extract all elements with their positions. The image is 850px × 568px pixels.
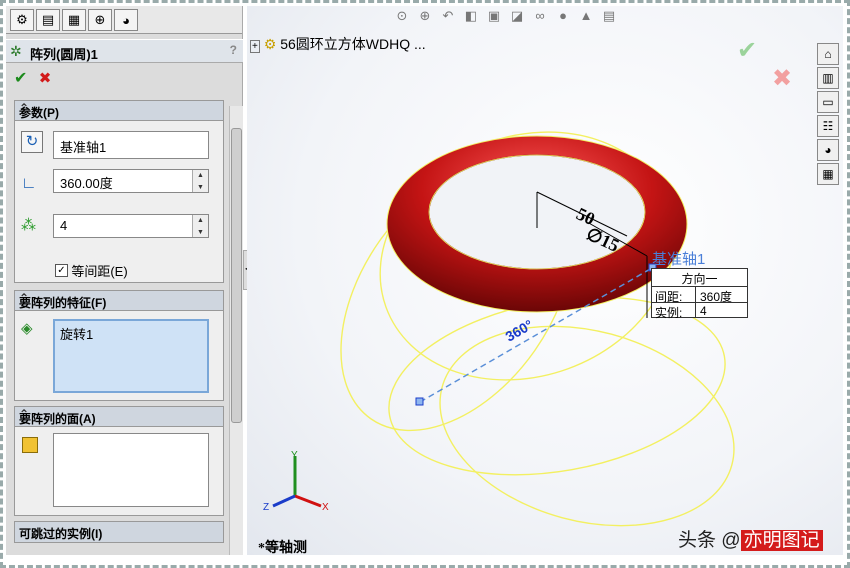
collapse-icon[interactable]: ⌃ xyxy=(19,101,219,115)
axis-label: 基准轴1 xyxy=(652,251,705,268)
equal-spacing-label: 等间距(E) xyxy=(71,264,128,279)
faces-list[interactable] xyxy=(53,433,209,507)
callout-count-value[interactable]: 4 xyxy=(695,303,748,318)
collapse-icon[interactable]: ⌃ xyxy=(19,291,219,305)
feature-title: 阵列(圆周)1 xyxy=(30,47,98,62)
params-group: 参数(P) ⌃ ↻ 基准轴1 ∟ 360.00度 ▲ ▼ ⁂ 4 ▲ ▼ ✓ 等间距… xyxy=(14,100,224,283)
equal-spacing-row: ✓ 等间距(E) xyxy=(55,261,128,280)
equal-spacing-checkbox[interactable]: ✓ xyxy=(55,264,68,277)
skip-group-header[interactable]: 可跳过的实例(I) ⌄ xyxy=(15,522,223,542)
manager-tabs: ⚙ ▤ ▦ ⊕ ◕ xyxy=(6,6,242,34)
cancel-button[interactable]: ✖ xyxy=(39,70,52,87)
help-button[interactable]: ? xyxy=(230,43,237,57)
features-group: 要阵列的特征(F) ⌃ ◈ 旋转1 xyxy=(14,290,224,401)
svg-text:X: X xyxy=(322,502,329,513)
params-group-header[interactable]: 参数(P) ⌃ xyxy=(15,101,223,121)
scrollbar-thumb[interactable] xyxy=(231,128,242,423)
axis-endpoint-handle[interactable] xyxy=(415,397,424,406)
angle-value: 360.00度 xyxy=(60,176,113,191)
callout-spacing-value[interactable]: 360度 xyxy=(695,287,748,304)
count-spinner[interactable]: ▲ ▼ xyxy=(192,215,208,237)
property-manager: ⚙ ▤ ▦ ⊕ ◕ ✲ 阵列(圆周)1 ? ✔ ✖ 参数(P) ⌃ ↻ 基准轴1… xyxy=(6,6,243,555)
watermark: 头条 @ 亦明图记 xyxy=(678,525,823,552)
preview-ring xyxy=(439,325,735,527)
count-field[interactable]: 4 ▲ ▼ xyxy=(53,214,209,238)
callout-header: 方向一 xyxy=(681,272,718,286)
callout-count-key: 实例: xyxy=(655,306,683,320)
config-manager-tab[interactable]: ▦ xyxy=(62,9,86,31)
dimxpert-tab[interactable]: ⊕ xyxy=(88,9,112,31)
circular-pattern-icon: ✲ xyxy=(10,43,22,59)
features-list[interactable]: 旋转1 xyxy=(53,319,209,393)
panel-scrollbar[interactable] xyxy=(229,106,243,555)
skip-group: 可跳过的实例(I) ⌄ xyxy=(14,521,224,543)
axis-direction-icon[interactable]: ↻ xyxy=(21,131,43,153)
ok-button[interactable]: ✔ xyxy=(14,70,27,87)
angle-field[interactable]: 360.00度 ▲ ▼ xyxy=(53,169,209,193)
collapse-icon[interactable]: ⌃ xyxy=(19,407,219,421)
face-selection-icon xyxy=(22,437,38,453)
angle-label[interactable]: 360° xyxy=(503,316,536,344)
feature-selection-icon: ◈ xyxy=(21,320,33,337)
property-manager-tab[interactable]: ▤ xyxy=(36,9,60,31)
expand-icon[interactable]: ⌄ xyxy=(19,522,219,536)
direction-callout[interactable]: 方向一 间距: 360度 实例: 4 xyxy=(651,268,748,320)
callout-row: 实例: 4 xyxy=(652,302,748,320)
svg-text:Z: Z xyxy=(263,502,269,513)
callout-row: 间距: 360度 xyxy=(652,286,748,304)
instances-icon: ⁂ xyxy=(21,217,36,234)
svg-text:Y: Y xyxy=(291,450,298,461)
watermark-prefix: 头条 @ xyxy=(678,530,741,551)
feature-item[interactable]: 旋转1 xyxy=(60,327,93,342)
display-manager-tab[interactable]: ◕ xyxy=(114,9,138,31)
coordinate-triad: Y X Z xyxy=(263,450,329,513)
features-group-header[interactable]: 要阵列的特征(F) ⌃ xyxy=(15,291,223,311)
faces-group-header[interactable]: 要阵列的面(A) ⌃ xyxy=(15,407,223,427)
view-orientation-label: *等轴测 xyxy=(258,541,307,556)
feature-title-bar: ✲ 阵列(圆周)1 ? xyxy=(6,39,243,63)
angle-spinner[interactable]: ▲ ▼ xyxy=(192,170,208,192)
count-value: 4 xyxy=(60,218,68,233)
confirm-bar: ✔ ✖ xyxy=(14,68,51,90)
angle-icon: ∟ xyxy=(21,175,37,192)
model-canvas: 50 ∅15 360° 基准轴1 Y X Z xyxy=(263,131,735,527)
axis-field[interactable]: 基准轴1 xyxy=(53,131,209,159)
faces-group: 要阵列的面(A) ⌃ xyxy=(14,406,224,516)
watermark-name: 亦明图记 xyxy=(740,530,823,551)
feature-manager-tab[interactable]: ⚙ xyxy=(10,9,34,31)
